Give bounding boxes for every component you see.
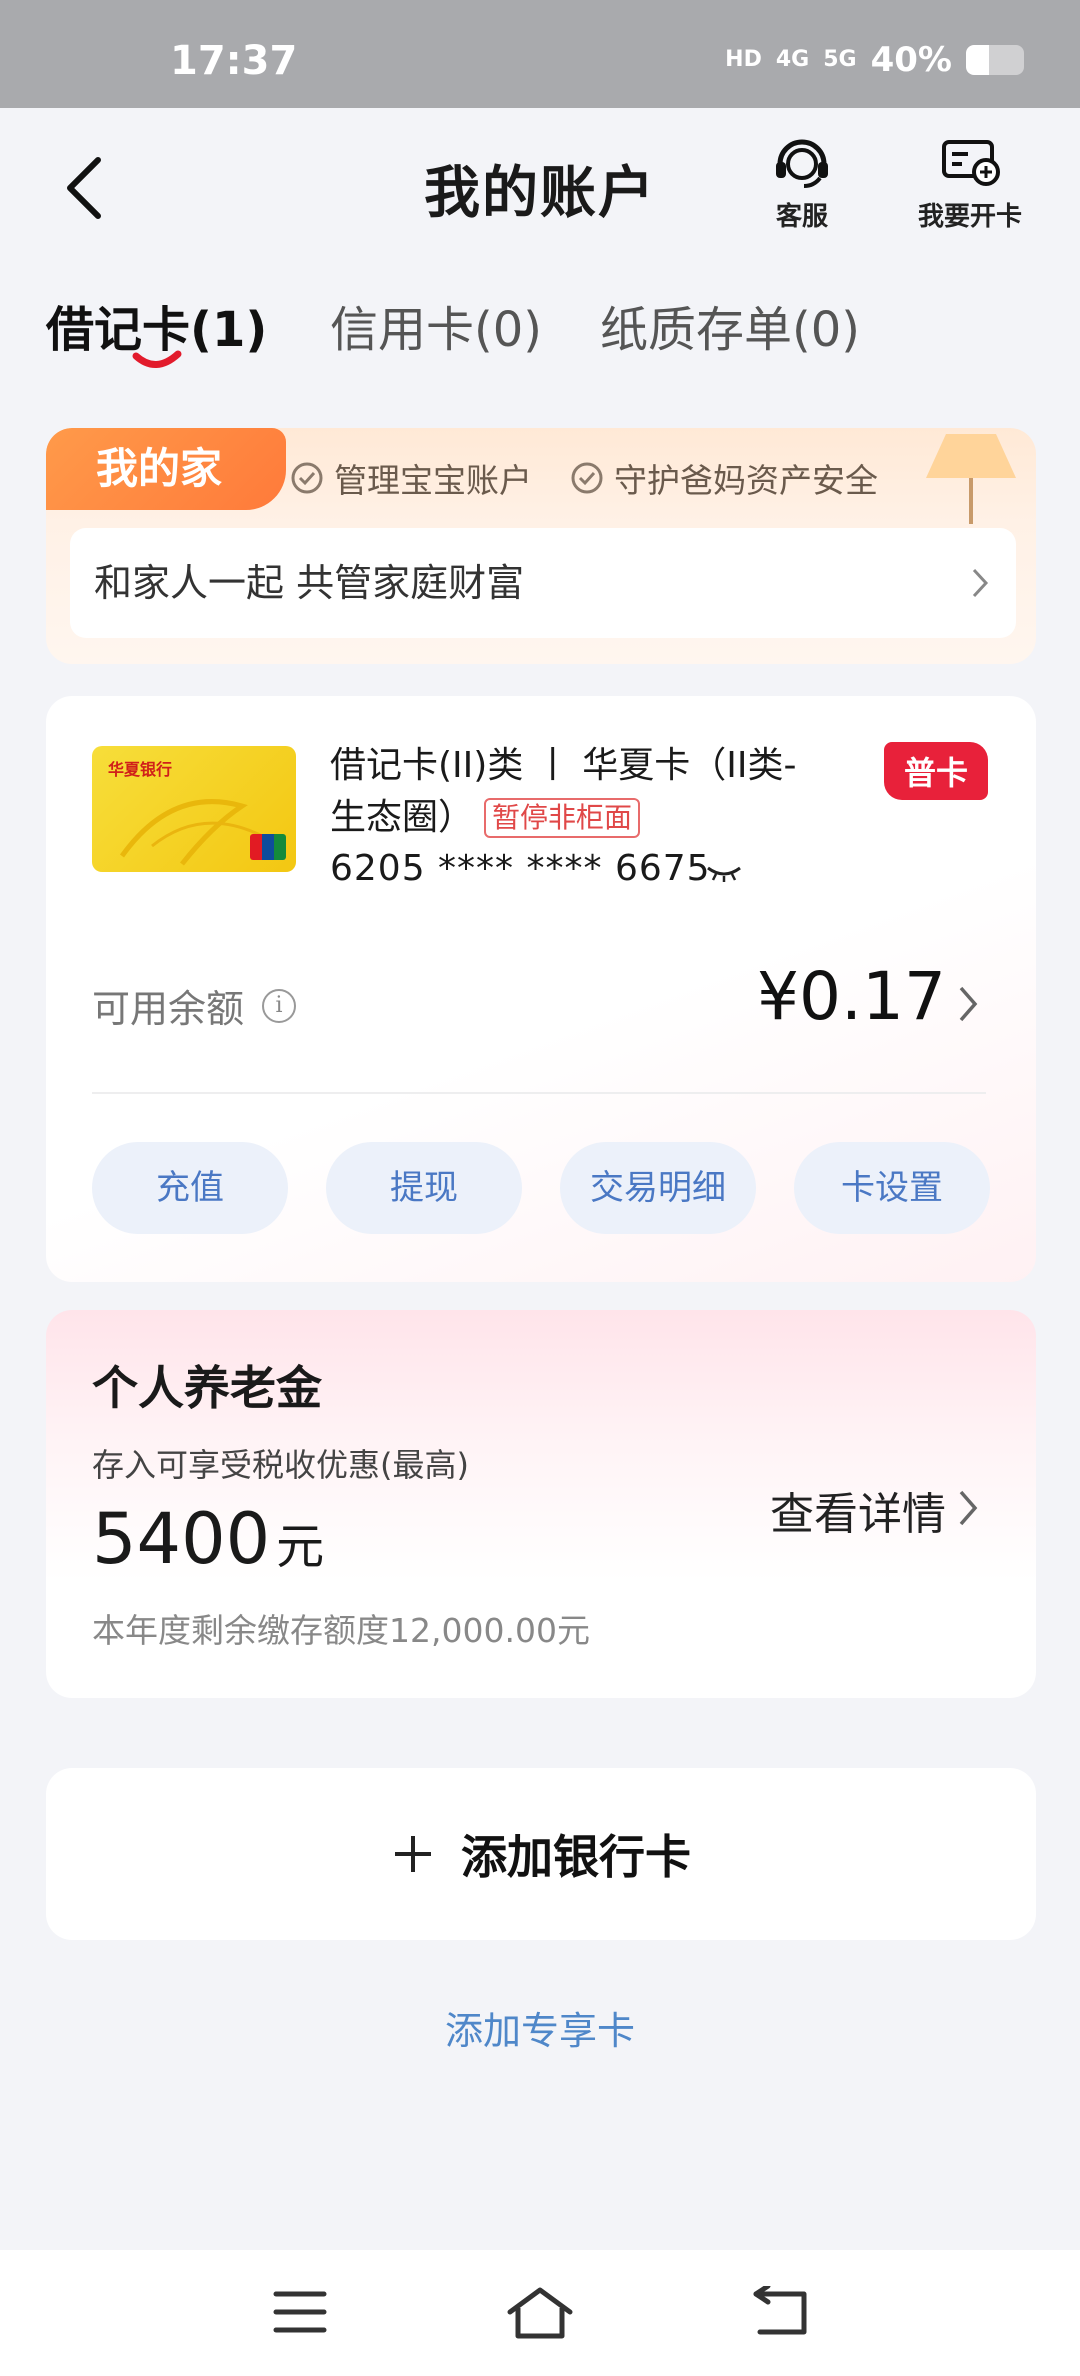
info-icon[interactable]: i — [262, 988, 297, 1023]
card-tabs: 借记卡(1) 信用卡(0) 纸质存单(0) — [0, 290, 1080, 370]
balance-label-row: 可用余额 i — [92, 978, 297, 1033]
card-type-badge: 普卡 — [883, 742, 988, 800]
card-number: 6205 **** **** 6675 — [330, 848, 711, 889]
chevron-right-icon — [972, 568, 989, 598]
chevron-right-icon[interactable] — [956, 1486, 980, 1530]
family-feature-label: 管理宝宝账户 — [334, 461, 532, 500]
menu-icon[interactable] — [272, 2286, 328, 2338]
customer-service-label: 客服 — [775, 202, 828, 232]
check-circle-icon — [571, 462, 603, 494]
family-feature: 管理宝宝账户 — [290, 454, 532, 502]
debit-card-panel: 华夏银行 借记卡(II)类 丨 华夏卡（II类-生态圈） 暂停非柜面 6205 *… — [46, 696, 1036, 1282]
pension-amount-value: 5400 — [92, 1498, 271, 1580]
open-card-button[interactable]: 我要开卡 — [918, 134, 1022, 233]
card-actions: 充值 提现 交易明细 卡设置 — [92, 1142, 990, 1234]
status-time: 17:37 — [170, 38, 298, 84]
status-bar: 17:37 HD 4G 5G 40% — [0, 0, 1080, 108]
battery-icon — [966, 45, 1024, 75]
check-circle-icon — [291, 462, 323, 494]
pension-title: 个人养老金 — [92, 1361, 322, 1415]
headset-icon — [776, 139, 828, 188]
chevron-right-icon[interactable] — [956, 982, 980, 1026]
pension-amount: 5400 元 — [92, 1498, 324, 1580]
card-name: 借记卡(II)类 丨 华夏卡（II类-生态圈） 暂停非柜面 — [330, 740, 810, 844]
plus-icon — [395, 1836, 431, 1872]
customer-service-button[interactable]: 客服 — [770, 134, 834, 233]
tab-credit-card[interactable]: 信用卡(0) — [330, 290, 542, 360]
unionpay-logo — [250, 834, 286, 860]
eye-closed-icon[interactable] — [706, 864, 742, 884]
family-tag: 我的家 — [46, 428, 286, 510]
lamp-icon — [926, 434, 1016, 524]
signal-4g-icon: 4G — [775, 47, 810, 72]
add-bank-card-label: 添加银行卡 — [461, 1830, 691, 1884]
bank-card-image[interactable]: 华夏银行 — [92, 746, 296, 872]
paused-badge: 暂停非柜面 — [484, 798, 641, 838]
family-banner[interactable]: 我的家 管理宝宝账户 守护爸妈资产安全 和家人一起 共管家庭财富 — [46, 428, 1036, 664]
divider — [92, 1092, 986, 1094]
add-special-card-link[interactable]: 添加专享卡 — [0, 2000, 1080, 2055]
pension-panel[interactable]: 个人养老金 存入可享受税收优惠(最高) 5400 元 本年度剩余缴存额度12,00… — [46, 1310, 1036, 1698]
hd-icon: HD — [725, 47, 762, 72]
battery-percent: 40% — [870, 40, 952, 80]
card-add-icon — [942, 140, 1000, 186]
tab-paper-deposit[interactable]: 纸质存单(0) — [600, 290, 860, 360]
balance-label: 可用余额 — [92, 987, 245, 1031]
transactions-button[interactable]: 交易明细 — [560, 1142, 756, 1234]
pension-detail-link[interactable]: 查看详情 — [770, 1478, 946, 1542]
home-icon[interactable] — [506, 2286, 574, 2342]
pension-subtitle: 存入可享受税收优惠(最高) — [92, 1446, 469, 1484]
family-feature-label: 守护爸妈资产安全 — [614, 461, 878, 500]
add-bank-card-button[interactable]: 添加银行卡 — [46, 1768, 1036, 1940]
open-card-label: 我要开卡 — [918, 202, 1023, 232]
family-row[interactable]: 和家人一起 共管家庭财富 — [70, 528, 1016, 638]
active-tab-indicator — [132, 350, 182, 368]
card-settings-button[interactable]: 卡设置 — [794, 1142, 990, 1234]
family-row-text: 和家人一起 共管家庭财富 — [94, 561, 525, 605]
system-nav-bar — [0, 2250, 1080, 2376]
signal-5g-icon: 5G — [823, 47, 857, 72]
back-nav-icon[interactable] — [752, 2286, 812, 2338]
recharge-button[interactable]: 充值 — [92, 1142, 288, 1234]
withdraw-button[interactable]: 提现 — [326, 1142, 522, 1234]
balance-value[interactable]: ¥0.17 — [757, 958, 946, 1035]
family-feature: 守护爸妈资产安全 — [570, 454, 878, 502]
pension-amount-unit: 元 — [276, 1519, 325, 1575]
header: 我的账户 客服 我要开卡 — [0, 108, 1080, 258]
pension-note: 本年度剩余缴存额度12,000.00元 — [92, 1611, 590, 1650]
